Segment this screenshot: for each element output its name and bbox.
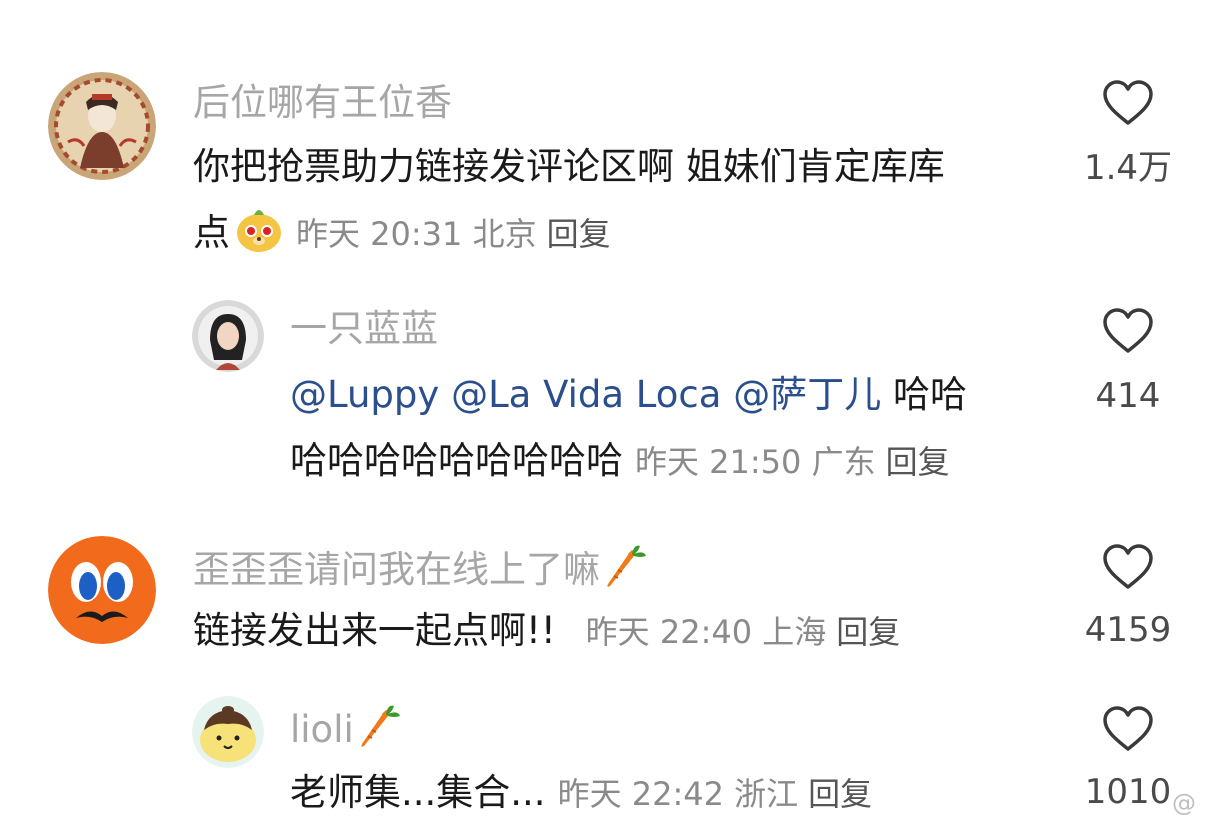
avatar[interactable] bbox=[192, 696, 264, 768]
like-count: 4159 bbox=[1084, 610, 1172, 650]
avatar-image bbox=[192, 696, 264, 768]
comment-location: 北京 bbox=[472, 215, 537, 253]
comment-meta: 昨天 20:31 北京 回复 bbox=[296, 215, 611, 253]
avatar[interactable] bbox=[48, 536, 156, 644]
mention-link[interactable]: @萨丁儿 bbox=[733, 373, 881, 416]
avatar-image bbox=[48, 72, 156, 180]
comment-time: 昨天 20:31 bbox=[296, 215, 463, 253]
comment-body: 链接发出来一起点啊!! 昨天 22:40 上海 回复 bbox=[193, 598, 1063, 665]
reply-button[interactable]: 回复 bbox=[886, 443, 950, 481]
reply-button[interactable]: 回复 bbox=[547, 215, 611, 253]
comment-time: 昨天 22:42 bbox=[557, 775, 724, 813]
hamster-face-emoji bbox=[234, 205, 284, 276]
comment-username[interactable]: lioli bbox=[290, 704, 402, 761]
heart-icon bbox=[1103, 308, 1153, 353]
comment-username[interactable]: 一只蓝蓝 bbox=[290, 306, 438, 352]
comment-location: 上海 bbox=[762, 613, 827, 651]
carrot-icon bbox=[604, 544, 648, 601]
watermark: @ bbox=[1172, 789, 1196, 817]
reply-button[interactable]: 回复 bbox=[808, 775, 872, 813]
heart-icon bbox=[1103, 80, 1153, 125]
reply-button[interactable]: 回复 bbox=[836, 613, 900, 651]
mention-link[interactable]: @La Vida Loca bbox=[451, 373, 721, 416]
comment-meta: 昨天 22:42 浙江 回复 bbox=[558, 775, 873, 813]
comment-text: 你把抢票助力链接发评论区啊 姐妹们肯定库库 bbox=[193, 145, 945, 188]
like-button[interactable] bbox=[1078, 706, 1178, 752]
avatar-image bbox=[48, 536, 156, 644]
comment-meta: 昨天 21:50 广东 回复 bbox=[635, 443, 950, 481]
comment-time: 昨天 22:40 bbox=[585, 613, 753, 651]
like-button[interactable] bbox=[1078, 80, 1178, 126]
comment-body: @Luppy @La Vida Loca @萨丁儿 哈哈 哈哈哈哈哈哈哈哈哈 昨天… bbox=[290, 362, 1050, 495]
comment-item: 歪歪歪请问我在线上了嘛 链接发出来一起点啊!! 昨天 22:40 上海 回复 415… bbox=[0, 500, 1206, 680]
comment-time: 昨天 21:50 bbox=[635, 443, 802, 481]
mention-link[interactable]: @Luppy bbox=[290, 373, 439, 416]
comment-text: 老师集...集合... 昨天 22:42 浙江 回复 bbox=[290, 771, 873, 814]
comment-item: 后位哪有王位香 你把抢票助力链接发评论区啊 姐妹们肯定库库 点昨天 20:31 … bbox=[0, 0, 1206, 270]
comment-location: 浙江 bbox=[734, 775, 799, 813]
like-count: 1.4万 bbox=[1083, 148, 1173, 188]
comment-location: 广东 bbox=[811, 443, 876, 481]
reply-item: lioli 老师集...集合... 昨天 22:42 浙江 回复 1010 bbox=[0, 680, 1206, 831]
reply-item: 一只蓝蓝 @Luppy @La Vida Loca @萨丁儿 哈哈 哈哈哈哈哈哈… bbox=[0, 270, 1206, 500]
like-button[interactable] bbox=[1078, 308, 1178, 354]
like-button[interactable] bbox=[1078, 544, 1178, 590]
like-count: 414 bbox=[1095, 376, 1161, 416]
comment-text: 链接发出来一起点啊!! 昨天 22:40 上海 回复 bbox=[193, 609, 901, 652]
carrot-icon bbox=[358, 704, 402, 761]
comment-text-line2: 哈哈哈哈哈哈哈哈哈 昨天 21:50 广东 回复 bbox=[290, 439, 950, 482]
comment-meta: 昨天 22:40 上海 回复 bbox=[586, 613, 901, 651]
comment-username[interactable]: 歪歪歪请问我在线上了嘛 bbox=[193, 544, 648, 601]
comment-username[interactable]: 后位哪有王位香 bbox=[193, 80, 452, 126]
heart-icon bbox=[1103, 706, 1153, 751]
heart-icon bbox=[1103, 544, 1153, 589]
avatar[interactable] bbox=[192, 300, 264, 372]
avatar-image bbox=[192, 300, 264, 372]
comment-text: @Luppy @La Vida Loca @萨丁儿 哈哈 bbox=[290, 373, 967, 416]
comment-text-line2: 点昨天 20:31 北京 回复 bbox=[193, 200, 1063, 276]
comment-body: 你把抢票助力链接发评论区啊 姐妹们肯定库库 点昨天 20:31 北京 回复 bbox=[193, 134, 1063, 276]
avatar[interactable] bbox=[48, 72, 156, 180]
comment-body: 老师集...集合... 昨天 22:42 浙江 回复 bbox=[290, 760, 1050, 827]
